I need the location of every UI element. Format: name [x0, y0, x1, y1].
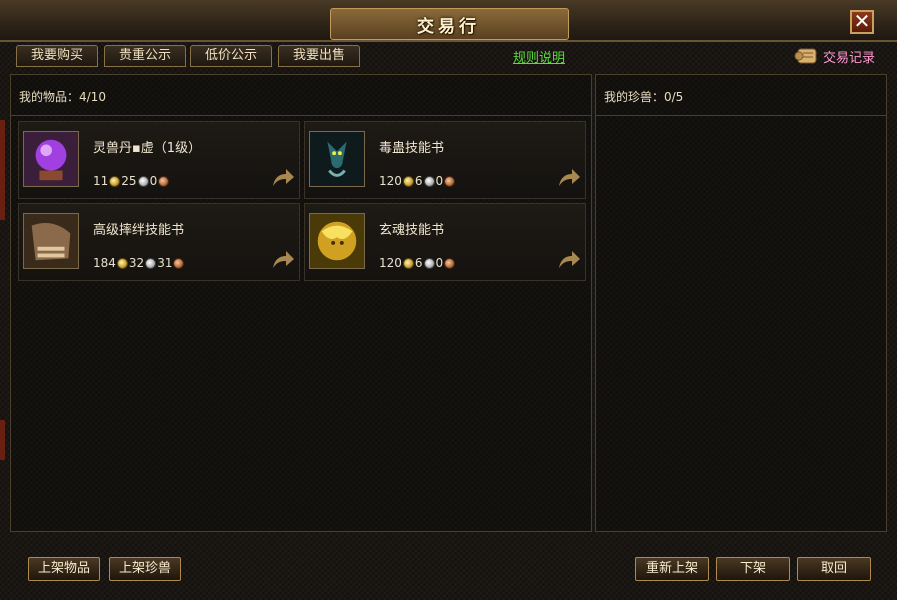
- copper-amount: 0: [435, 256, 444, 270]
- gold-amount: 120: [379, 256, 402, 270]
- tab-sell[interactable]: 我要出售: [278, 45, 360, 67]
- rules-link[interactable]: 规则说明: [500, 47, 578, 66]
- close-button[interactable]: ✕: [850, 10, 874, 34]
- share-arrow-icon[interactable]: [271, 168, 295, 188]
- tab-buy[interactable]: 我要购买: [16, 45, 98, 67]
- share-arrow-icon[interactable]: [557, 250, 581, 270]
- golden-spirit-icon: [309, 213, 365, 269]
- retrieve-button[interactable]: 取回: [797, 557, 871, 581]
- my-items-panel: 我的物品：4/10 灵兽丹▪虚（1级） 11 25 0 毒蛊技能书 120 6 …: [10, 74, 592, 532]
- gold-coin-icon: [402, 175, 414, 187]
- copper-coin-icon: [444, 175, 456, 187]
- share-arrow-icon[interactable]: [557, 168, 581, 188]
- tab-lowprice-notice[interactable]: 低价公示: [190, 45, 272, 67]
- gold-coin-icon: [109, 175, 121, 187]
- window-title: 交易行: [417, 17, 480, 37]
- copper-amount: 0: [435, 174, 444, 188]
- side-decoration: [0, 420, 5, 460]
- silver-amount: 6: [414, 174, 423, 188]
- list-item-button[interactable]: 上架物品: [28, 557, 100, 581]
- item-name: 高级摔绊技能书: [93, 223, 185, 238]
- silver-coin-icon: [423, 175, 435, 187]
- copper-coin-icon: [173, 257, 185, 269]
- scroll-icon: [794, 48, 817, 64]
- item-price: 120 6 0: [379, 174, 456, 188]
- silver-coin-icon: [137, 175, 149, 187]
- copper-amount: 31: [157, 256, 173, 270]
- my-items-count: 我的物品：4/10: [19, 90, 106, 104]
- title-bar: 交易行 ✕: [0, 0, 897, 42]
- gold-amount: 184: [93, 256, 116, 270]
- tab-valuable-notice[interactable]: 贵重公示: [104, 45, 186, 67]
- gold-coin-icon: [402, 257, 414, 269]
- fist-icon: [23, 213, 79, 269]
- gold-coin-icon: [116, 257, 128, 269]
- item-slot[interactable]: 高级摔绊技能书 184 32 31: [18, 203, 300, 281]
- trading-house-window: 交易行 ✕ 我要购买 贵重公示 低价公示 我要出售 规则说明 交易记录 我的物品…: [0, 0, 897, 600]
- serpent-icon: [309, 131, 365, 187]
- item-slot[interactable]: 玄魂技能书 120 6 0: [304, 203, 586, 281]
- silver-amount: 6: [414, 256, 423, 270]
- item-price: 184 32 31: [93, 256, 185, 270]
- item-name: 玄魂技能书: [379, 223, 445, 238]
- copper-coin-icon: [158, 175, 170, 187]
- trade-records-label: 交易记录: [823, 51, 876, 66]
- silver-coin-icon: [423, 257, 435, 269]
- copper-coin-icon: [444, 257, 456, 269]
- side-decoration: [0, 120, 5, 220]
- silver-amount: 32: [128, 256, 145, 270]
- share-arrow-icon[interactable]: [271, 250, 295, 270]
- delist-button[interactable]: 下架: [716, 557, 790, 581]
- silver-amount: 25: [121, 174, 137, 188]
- my-pets-count: 我的珍兽：0/5: [604, 90, 684, 104]
- my-items-header: 我的物品：4/10: [11, 75, 591, 116]
- item-price: 11 25 0: [93, 174, 170, 188]
- item-name: 灵兽丹▪虚（1级）: [93, 141, 202, 156]
- item-price: 120 6 0: [379, 256, 456, 270]
- relist-button[interactable]: 重新上架: [635, 557, 709, 581]
- list-pet-button[interactable]: 上架珍兽: [109, 557, 181, 581]
- gold-amount: 11: [93, 174, 109, 188]
- my-pets-panel: 我的珍兽：0/5: [595, 74, 887, 532]
- my-pets-header: 我的珍兽：0/5: [596, 75, 886, 116]
- item-slot[interactable]: 灵兽丹▪虚（1级） 11 25 0: [18, 121, 300, 199]
- copper-amount: 0: [149, 174, 158, 188]
- item-name: 毒蛊技能书: [379, 141, 445, 156]
- gold-amount: 120: [379, 174, 402, 188]
- silver-coin-icon: [145, 257, 157, 269]
- crystal-ball-icon: [23, 131, 79, 187]
- item-slot[interactable]: 毒蛊技能书 120 6 0: [304, 121, 586, 199]
